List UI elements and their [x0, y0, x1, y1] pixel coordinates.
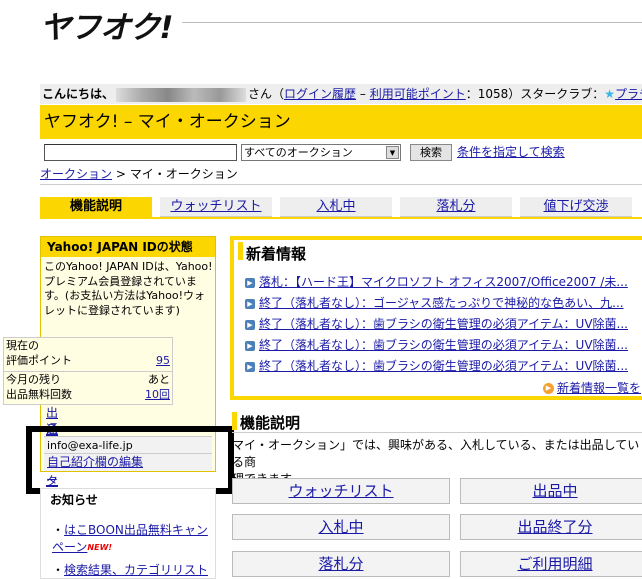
feature-button-statement[interactable]: ご利用明細 — [460, 551, 642, 577]
feature-button-label[interactable]: 出品終了分 — [517, 518, 592, 536]
features-divider — [232, 432, 642, 433]
greeting-dash: – — [356, 87, 370, 101]
tab-price-negotiation[interactable]: 値下げ交渉 — [520, 197, 632, 217]
news-item: ▶ 終了（落札者なし）：歯ブラシの衛生管理の必須アイテム：UV除菌... — [245, 337, 628, 353]
notice-link-hakoboon[interactable]: はこBOON出品無料キャンペーン — [52, 523, 208, 554]
listing-count-link[interactable]: 10回 — [145, 388, 170, 401]
news-link[interactable]: 終了（落札者なし）：歯ブラシの衛生管理の必須アイテム：UV除菌... — [259, 317, 628, 331]
features-desc-line-1: マイ・オークション」では、興味がある、入札している、または出品している商 — [232, 438, 640, 469]
tab-label[interactable]: 値下げ交渉 — [543, 199, 608, 214]
arrow-right-icon: ▶ — [245, 277, 255, 288]
highlight-annotation-box — [26, 426, 234, 494]
breadcrumb-current: マイ・オークション — [129, 167, 238, 181]
feature-button-label[interactable]: ウォッチリスト — [288, 482, 393, 500]
listing-prefix: あと — [148, 373, 170, 386]
news-title: 新着情報 — [246, 245, 307, 263]
select-value: すべてのオークション — [244, 146, 353, 159]
arrow-circle-icon: ▶ — [543, 383, 554, 394]
star-icon: ★ — [604, 87, 616, 101]
breadcrumb-divider — [40, 184, 642, 185]
breadcrumb-root[interactable]: オークション — [40, 167, 112, 181]
arrow-right-icon: ▶ — [245, 319, 255, 330]
notice-item: ・はこBOON出品無料キャンペーンNEW! — [52, 523, 208, 554]
feature-button-watchlist[interactable]: ウォッチリスト — [232, 478, 450, 504]
feature-button-label[interactable]: 出品中 — [532, 482, 577, 500]
news-item: ▶ 終了（落札者なし）：歯ブラシの衛生管理の必須アイテム：UV除菌... — [245, 316, 628, 332]
news-more-link-row: ▶ 新着情報一覧を — [543, 379, 641, 396]
tab-label[interactable]: 落札分 — [436, 199, 475, 214]
tab-label[interactable]: ウォッチリスト — [170, 199, 261, 214]
tab-features[interactable]: 機能説明 — [40, 197, 152, 217]
eval-label-1: 現在の — [6, 339, 39, 352]
breadcrumb: オークション > マイ・オークション — [40, 166, 238, 182]
arrow-right-icon: ▶ — [245, 361, 255, 372]
search-button[interactable]: 検索 — [410, 144, 452, 161]
breadcrumb-separator: > — [112, 167, 130, 181]
news-link[interactable]: 終了（落札者なし）：歯ブラシの衛生管理の必須アイテム：UV除菌... — [259, 359, 628, 373]
tab-label: 機能説明 — [69, 199, 122, 214]
feature-button-label[interactable]: 落札分 — [318, 555, 363, 573]
header-divider — [182, 22, 642, 23]
arrow-right-icon: ▶ — [245, 298, 255, 309]
free-listing-table: 今月の残り あと 出品無料回数 10回 — [3, 371, 173, 405]
new-badge: NEW! — [87, 543, 113, 552]
tab-won[interactable]: 落札分 — [400, 197, 512, 217]
auction-category-select[interactable]: すべてのオークション ▼ — [241, 144, 401, 161]
redacted-username — [116, 87, 247, 102]
evaluation-points-table: 現在の 評価ポイント 95 — [3, 337, 173, 373]
yahuoku-logo[interactable]: ヤフオク! — [40, 2, 174, 47]
news-title-accent — [238, 242, 243, 260]
id-status-header: Yahoo! JAPAN IDの状態 — [41, 237, 215, 257]
arrow-right-icon: ▶ — [245, 340, 255, 351]
news-link[interactable]: 終了（落札者なし）：歯ブラシの衛生管理の必須アイテム：UV除菌... — [259, 338, 628, 352]
advanced-search-link[interactable]: 条件を指定して検索 — [457, 144, 565, 161]
news-item: ▶ 落札：【ハード王】マイクロソフト オフィス2007/Office2007 /未… — [245, 274, 628, 290]
chevron-down-icon[interactable]: ▼ — [386, 146, 399, 159]
eval-points-link[interactable]: 95 — [156, 354, 170, 367]
news-link[interactable]: 落札：【ハード王】マイクロソフト オフィス2007/Office2007 /未.… — [259, 275, 628, 289]
notice-link-search[interactable]: 検索結果、カテゴリリスト — [64, 563, 208, 577]
listing-label-2: 出品無料回数 — [6, 388, 72, 401]
listing-label-1: 今月の残り — [6, 373, 61, 386]
features-title: 機能説明 — [240, 414, 301, 432]
points-link[interactable]: 利用可能ポイント — [370, 87, 466, 101]
tab-watchlist[interactable]: ウォッチリスト — [160, 197, 272, 217]
feature-button-bidding[interactable]: 入札中 — [232, 514, 450, 540]
greeting-hello: こんにちは、 — [42, 87, 115, 101]
notice-item: ・検索結果、カテゴリリスト — [52, 563, 209, 577]
features-title-accent — [232, 412, 237, 430]
greeting-bar: こんにちは、 さん（ログイン履歴 – 利用可能ポイント：1058）スタークラブ：★… — [40, 84, 642, 104]
feature-button-won[interactable]: 落札分 — [232, 551, 450, 577]
news-more-link[interactable]: 新着情報一覧を — [557, 381, 641, 395]
feature-button-label[interactable]: ご利用明細 — [517, 555, 592, 573]
tabs-underline — [40, 217, 642, 219]
login-history-link[interactable]: ログイン履歴 — [284, 87, 356, 101]
id-status-text: このYahoo! JAPAN IDは、Yahoo!プレミアム会員登録されています… — [44, 260, 213, 317]
feature-button-ended-listings[interactable]: 出品終了分 — [460, 514, 642, 540]
greeting-suffix: さん — [248, 87, 273, 101]
star-club-label: ）スタークラブ： — [508, 87, 605, 101]
page-title: ヤフオク! – マイ・オークション — [40, 105, 642, 139]
notice-title: お知らせ — [50, 493, 98, 507]
feature-button-selling[interactable]: 出品中 — [460, 478, 642, 504]
news-link[interactable]: 終了（落札者なし）：ゴージャス感たっぷりで神秘的な色あい、九... — [259, 296, 624, 310]
feature-button-label[interactable]: 入札中 — [318, 518, 363, 536]
eval-label-2: 評価ポイント — [6, 354, 72, 367]
news-item: ▶ 終了（落札者なし）：歯ブラシの衛生管理の必須アイテム：UV除菌... — [245, 358, 628, 374]
search-input[interactable] — [44, 144, 237, 161]
points-value: ：1058 — [465, 87, 509, 101]
news-item: ▶ 終了（落札者なし）：ゴージャス感たっぷりで神秘的な色あい、九... — [245, 295, 624, 311]
platinum-link[interactable]: プラチナラン — [615, 87, 642, 101]
tab-label[interactable]: 入札中 — [316, 199, 355, 214]
tab-bidding[interactable]: 入札中 — [280, 197, 392, 217]
